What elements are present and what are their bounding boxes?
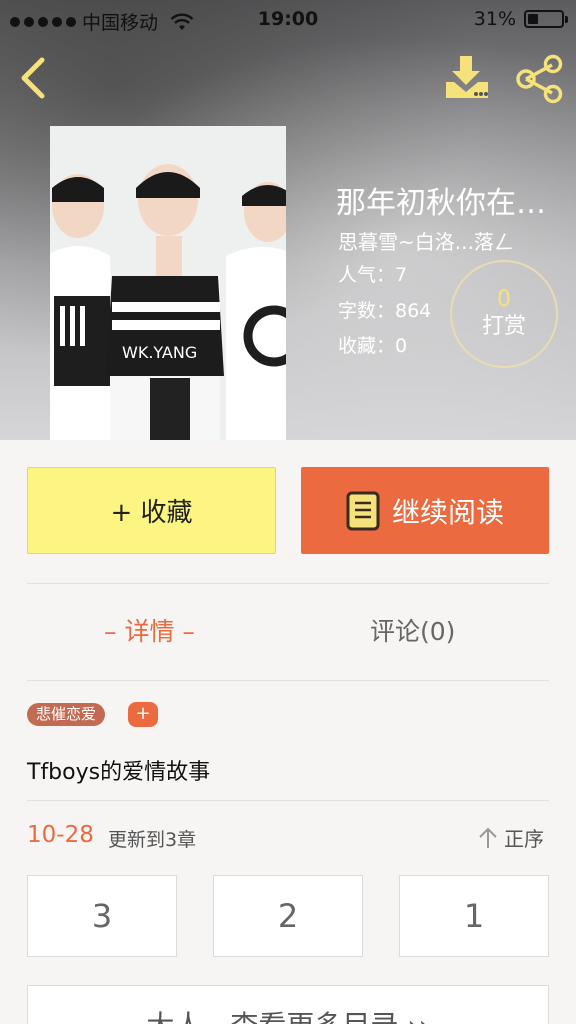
tab-comments[interactable]: 评论(0): [370, 612, 455, 648]
share-button[interactable]: [512, 54, 568, 104]
book-cover-image[interactable]: WK.YANG: [50, 126, 286, 440]
sort-order-button[interactable]: 正序: [478, 823, 544, 852]
sort-label: 正序: [504, 827, 544, 851]
status-bar: 中国移动 19:00 31%: [0, 0, 576, 40]
divider: [27, 680, 549, 681]
more-catalog-label: 大人，查看更多目录 ››: [146, 1004, 429, 1024]
divider: [27, 583, 549, 584]
update-date: 10-28: [27, 822, 94, 848]
add-tag-button[interactable]: +: [128, 702, 158, 727]
chapter-button[interactable]: 2: [213, 875, 363, 957]
tip-count: 0: [497, 287, 511, 312]
continue-reading-label: 继续阅读: [391, 495, 504, 529]
word-count-stat: 字数：864: [338, 300, 432, 322]
chapter-number: 1: [463, 897, 485, 935]
arrow-up-icon: [479, 827, 497, 848]
tip-label: 打赏: [481, 314, 526, 339]
svg-text:WK.YANG: WK.YANG: [122, 343, 197, 362]
genre-tag[interactable]: 悲催恋爱: [27, 703, 106, 726]
battery-group: 31%: [473, 8, 568, 30]
more-catalog-button[interactable]: 大人，查看更多目录 ››: [27, 985, 549, 1024]
continue-reading-button[interactable]: 继续阅读: [301, 467, 549, 554]
chapter-number: 2: [277, 897, 299, 935]
book-author[interactable]: 思暮雪~白洛...落ㄥ: [338, 226, 514, 255]
popularity-stat: 人气：7: [338, 264, 408, 286]
collect-label: + 收藏: [110, 498, 193, 528]
back-button[interactable]: [14, 52, 54, 104]
collect-button[interactable]: + 收藏: [27, 467, 276, 554]
chapter-button[interactable]: 1: [399, 875, 549, 957]
download-button[interactable]: [440, 54, 494, 104]
chapter-button[interactable]: 3: [27, 875, 177, 957]
update-text: 更新到3章: [108, 829, 197, 851]
chapter-number: 3: [91, 897, 113, 935]
book-icon: [346, 491, 380, 530]
battery-fill: [528, 14, 538, 24]
book-summary: Tfboys的爱情故事: [27, 760, 211, 785]
divider: [27, 800, 549, 801]
book-header: 中国移动 19:00 31% WK.YANG 那年初秋你在… 思暮雪~白洛...…: [0, 0, 576, 440]
battery-icon: [524, 10, 568, 28]
battery-percent: 31%: [473, 8, 516, 30]
collections-stat: 收藏：0: [338, 335, 408, 357]
tip-button[interactable]: 0 打赏: [450, 260, 558, 368]
tab-details[interactable]: – 详情 –: [104, 612, 195, 648]
book-title: 那年初秋你在…: [336, 186, 546, 221]
